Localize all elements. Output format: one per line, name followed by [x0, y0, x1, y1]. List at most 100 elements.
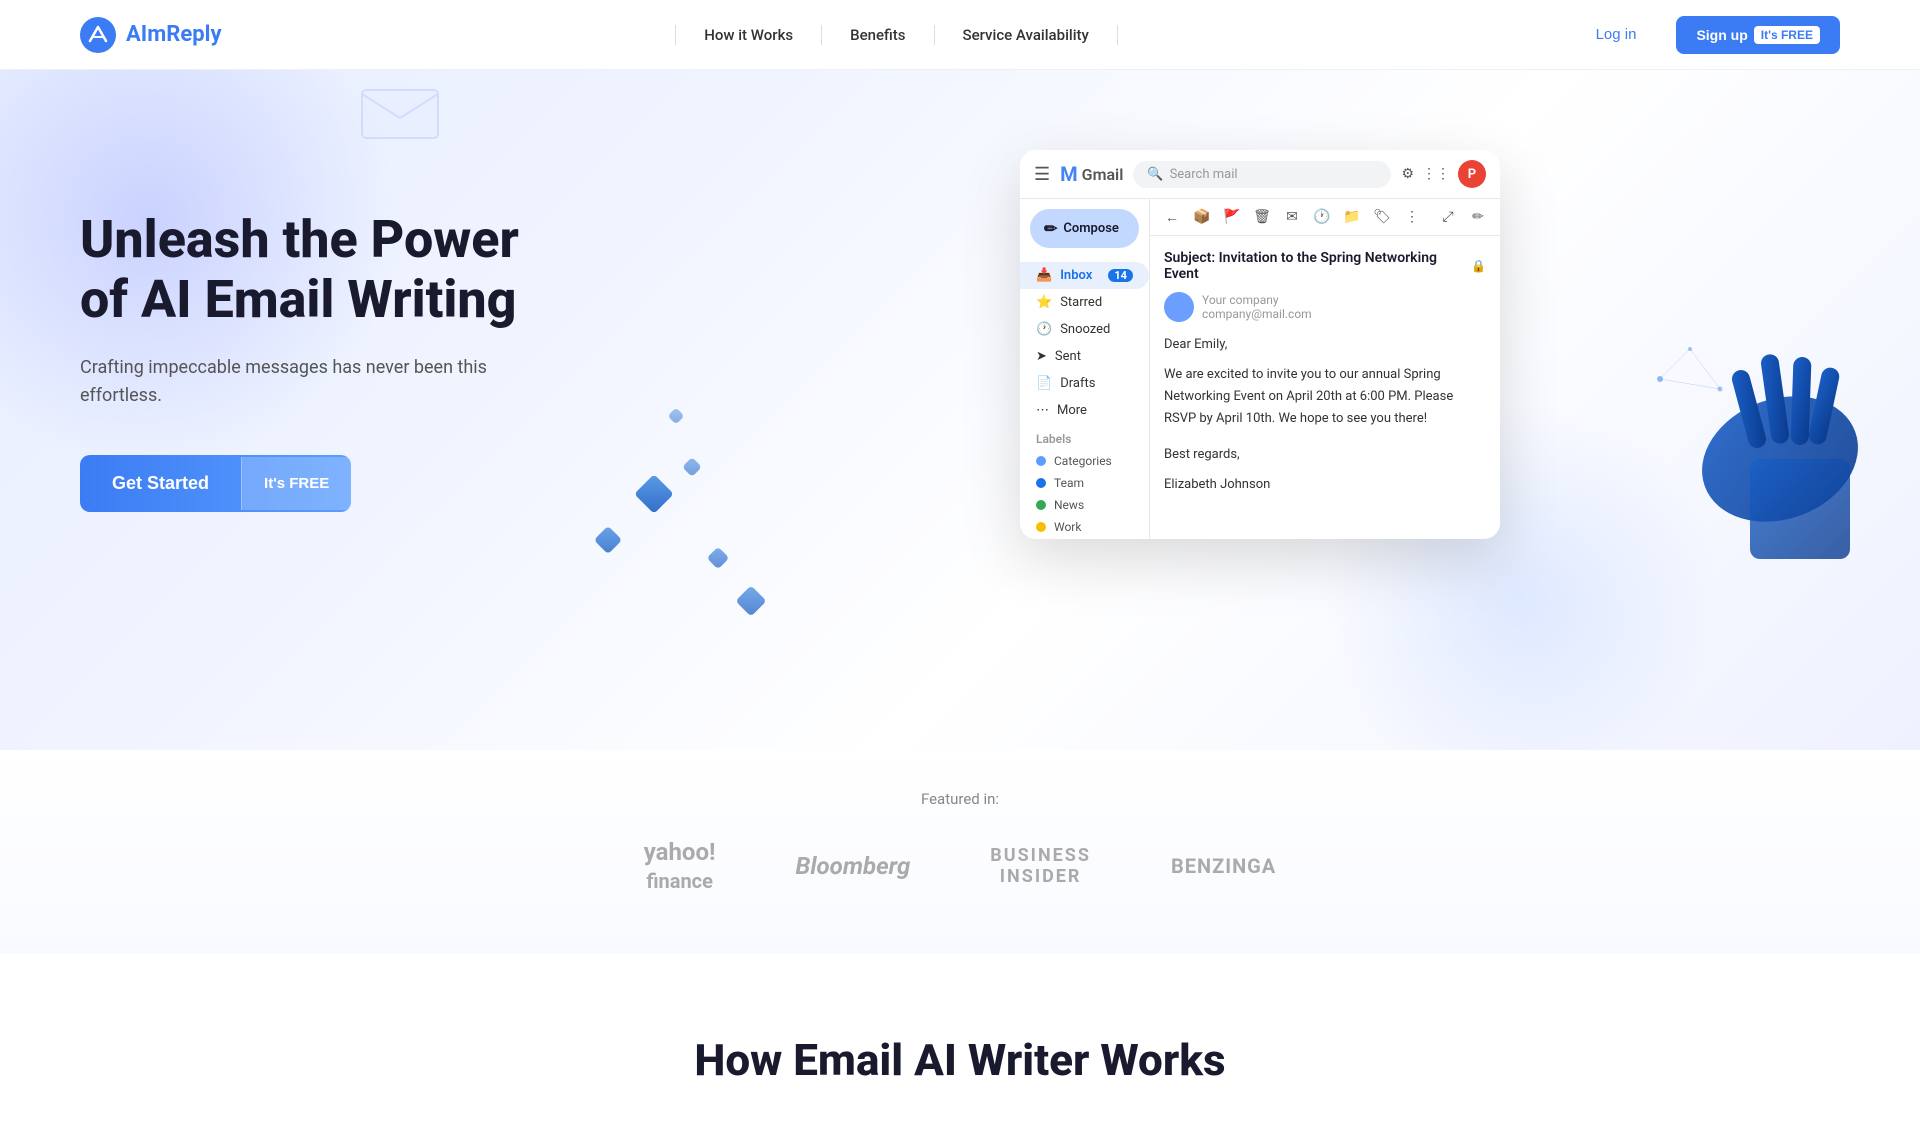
expand-icon[interactable]: ⤢	[1436, 205, 1460, 229]
business-insider-logo: BUSINESS INSIDER	[990, 845, 1091, 887]
more-label: More	[1057, 403, 1087, 418]
clock-icon[interactable]: 🕐	[1310, 205, 1334, 229]
delete-icon[interactable]: 🗑	[1250, 205, 1274, 229]
bloomberg-logo: Bloomberg	[796, 852, 911, 880]
label-dot-news	[1036, 500, 1046, 510]
label-work-text: Work	[1054, 520, 1081, 534]
inbox-label: Inbox	[1060, 268, 1092, 283]
label-categories[interactable]: Categories	[1020, 450, 1149, 472]
tag-icon[interactable]: 🏷	[1370, 205, 1394, 229]
gmail-toolbar: ← 📦 🚩 🗑 ✉ 🕐 📁 🏷 ⋮ ⤢ ✏	[1150, 199, 1500, 236]
cta-free-label: It's FREE	[241, 457, 351, 510]
sidebar-more[interactable]: ⋯ More	[1020, 397, 1149, 424]
compose-new-icon[interactable]: ✏	[1466, 205, 1490, 229]
signup-label: Sign up	[1696, 27, 1747, 43]
email-lock-icon: 🔒	[1471, 259, 1486, 273]
from-info: Your company company@mail.com	[1202, 293, 1312, 321]
starred-icon: ⭐	[1036, 295, 1052, 310]
label-dot-categories	[1036, 456, 1046, 466]
signup-button[interactable]: Sign up It's FREE	[1676, 16, 1840, 54]
nav-separator-1	[675, 25, 676, 45]
sidebar-snoozed[interactable]: 🕐 Snoozed	[1020, 316, 1149, 343]
nav-separator-2	[821, 25, 822, 45]
gmail-logo-text: Gmail	[1082, 165, 1124, 184]
business-text: BUSINESS	[990, 845, 1091, 866]
label-team-text: Team	[1054, 476, 1084, 490]
diamond-4	[735, 585, 766, 616]
label-personal[interactable]: Personal	[1020, 538, 1149, 539]
hero-subtitle: Crafting impeccable messages has never b…	[80, 354, 500, 412]
featured-label: Featured in:	[80, 790, 1840, 808]
label-team[interactable]: Team	[1020, 472, 1149, 494]
compose-icon: ✏	[1044, 219, 1057, 238]
sent-icon: ➤	[1036, 349, 1047, 364]
gmail-m-icon: M	[1060, 162, 1078, 186]
nav-how-it-works[interactable]: How it Works	[684, 18, 813, 52]
labels-title: Labels	[1020, 424, 1149, 450]
gmail-search-bar[interactable]: 🔍 Search mail	[1133, 161, 1391, 188]
gmail-avatar[interactable]: P	[1458, 160, 1486, 188]
email-body-text: We are excited to invite you to our annu…	[1164, 364, 1486, 430]
login-button[interactable]: Log in	[1572, 18, 1661, 51]
gmail-grid-icon[interactable]: ⋮⋮	[1422, 166, 1450, 182]
sidebar-inbox[interactable]: 📥 Inbox 14	[1020, 262, 1149, 289]
email-view: Subject: Invitation to the Spring Networ…	[1150, 236, 1500, 539]
hero-section: Unleash the Power of AI Email Writing Cr…	[0, 70, 1920, 750]
brand-name: AImReply	[126, 22, 222, 47]
diamond-3	[707, 547, 730, 570]
label-work[interactable]: Work	[1020, 516, 1149, 538]
finance-text: finance	[646, 869, 713, 893]
compose-label: Compose	[1063, 221, 1119, 236]
nav-links: How it Works Benefits Service Availabili…	[667, 18, 1126, 52]
more-vert-icon[interactable]: ⋮	[1400, 205, 1424, 229]
gmail-logo: M Gmail	[1060, 162, 1123, 186]
back-icon[interactable]: ←	[1160, 205, 1184, 229]
sidebar-drafts[interactable]: 📄 Drafts	[1020, 370, 1149, 397]
email-signature: Best regards, Elizabeth Johnson	[1164, 444, 1486, 496]
nav-service-availability[interactable]: Service Availability	[943, 18, 1109, 52]
gmail-mockup: ☰ M Gmail 🔍 Search mail ⚙ ⋮⋮ P	[1020, 150, 1500, 539]
gmail-search-placeholder: Search mail	[1170, 167, 1238, 182]
hero-left: Unleash the Power of AI Email Writing Cr…	[80, 130, 680, 512]
from-email: company@mail.com	[1202, 307, 1312, 321]
email-subject: Subject: Invitation to the Spring Networ…	[1164, 250, 1486, 282]
gmail-settings-icon[interactable]: ⚙	[1401, 166, 1414, 182]
label-categories-text: Categories	[1054, 454, 1112, 468]
nav-benefits[interactable]: Benefits	[830, 18, 925, 52]
signup-free-badge: It's FREE	[1754, 26, 1820, 44]
sent-label: Sent	[1055, 349, 1081, 364]
hero-title: Unleash the Power of AI Email Writing	[80, 210, 680, 330]
email-body: Dear Emily, We are excited to invite you…	[1164, 334, 1486, 497]
yahoo-text: yahoo!	[644, 838, 716, 866]
how-section: How Email AI Writer Works	[0, 954, 1920, 1146]
compose-button[interactable]: ✏ Compose	[1030, 209, 1139, 248]
get-started-button[interactable]: Get Started It's FREE	[80, 455, 351, 512]
logo-icon	[80, 17, 116, 53]
sidebar-sent[interactable]: ➤ Sent	[1020, 343, 1149, 370]
cta-main-label: Get Started	[80, 455, 241, 512]
email-icon[interactable]: ✉	[1280, 205, 1304, 229]
archive-icon[interactable]: 📦	[1190, 205, 1214, 229]
gmail-main: ← 📦 🚩 🗑 ✉ 🕐 📁 🏷 ⋮ ⤢ ✏	[1150, 199, 1500, 539]
starred-label: Starred	[1060, 295, 1102, 310]
drafts-label: Drafts	[1060, 376, 1095, 391]
ai-hand-illustration	[1460, 179, 1880, 559]
sidebar-starred[interactable]: ⭐ Starred	[1020, 289, 1149, 316]
move-icon[interactable]: 📁	[1340, 205, 1364, 229]
diamond-2	[594, 526, 622, 554]
featured-logos: yahoo! finance Bloomberg BUSINESS INSIDE…	[80, 838, 1840, 894]
nav-actions: Log in Sign up It's FREE	[1572, 16, 1840, 54]
how-section-title: How Email AI Writer Works	[80, 1034, 1840, 1086]
hero-right: ☰ M Gmail 🔍 Search mail ⚙ ⋮⋮ P	[680, 130, 1840, 539]
gmail-search-icon: 🔍	[1147, 167, 1163, 182]
gmail-top-icons: ⚙ ⋮⋮ P	[1401, 160, 1486, 188]
label-news[interactable]: News	[1020, 494, 1149, 516]
gmail-menu-icon[interactable]: ☰	[1034, 164, 1050, 185]
logo[interactable]: AImReply	[80, 17, 222, 53]
label-dot-work	[1036, 522, 1046, 532]
label-dot-team	[1036, 478, 1046, 488]
navbar: AImReply How it Works Benefits Service A…	[0, 0, 1920, 70]
snoozed-label: Snoozed	[1060, 322, 1110, 337]
report-icon[interactable]: 🚩	[1220, 205, 1244, 229]
nav-separator-3	[934, 25, 935, 45]
